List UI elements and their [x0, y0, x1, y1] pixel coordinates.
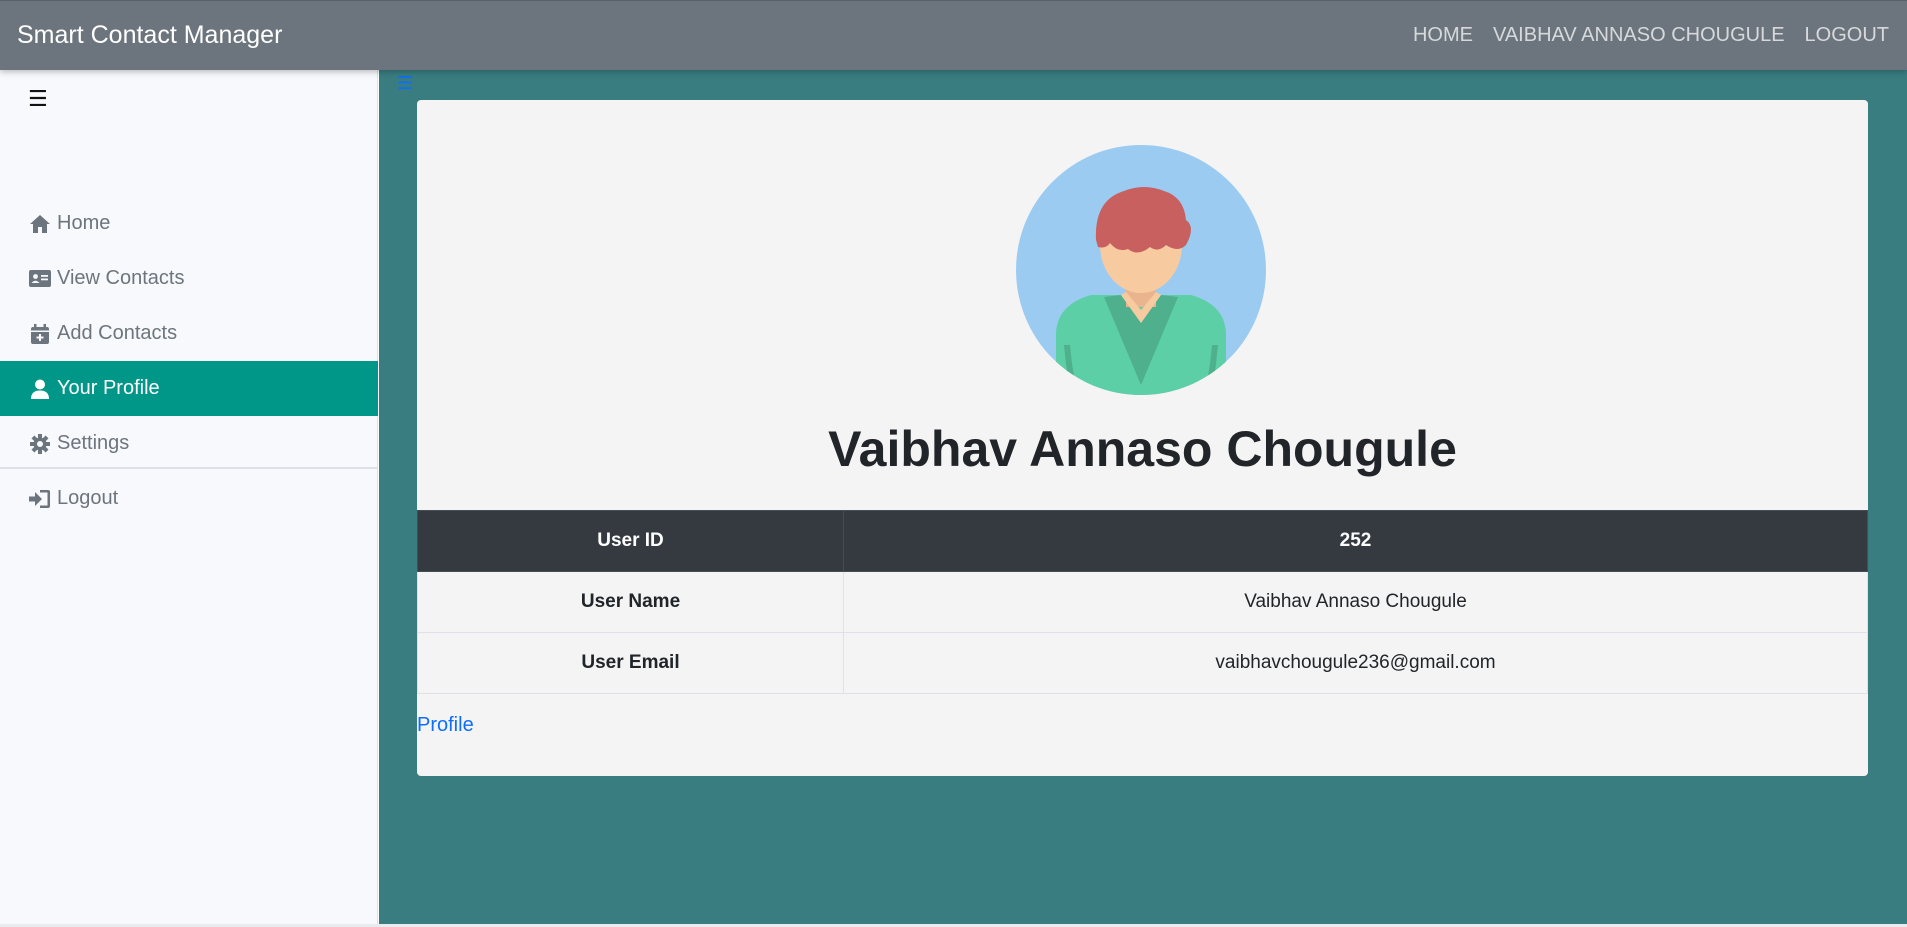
nav-link-user[interactable]: VAIBHAV ANNASO CHOUGULE [1493, 24, 1785, 47]
sidebar-item-your-profile[interactable]: Your Profile [0, 361, 378, 416]
address-card-icon [29, 268, 51, 290]
user-name-value: Vaibhav Annaso Chougule [843, 571, 1868, 633]
top-navbar: Smart Contact Manager HOME VAIBHAV ANNAS… [0, 0, 1907, 70]
user-icon [29, 378, 51, 400]
sidebar-divider [0, 467, 378, 469]
sidebar-item-home[interactable]: Home [0, 196, 378, 251]
sidebar-item-settings[interactable]: Settings [0, 416, 378, 471]
gear-icon [29, 433, 51, 455]
sidebar-item-add-contacts[interactable]: Add Contacts [0, 306, 378, 361]
nav-link-home[interactable]: HOME [1413, 24, 1473, 47]
sidebar: ☰ Home View Contacts Add Contacts Your P… [0, 70, 378, 924]
hamburger-menu-icon[interactable]: ☰ [28, 88, 48, 110]
profile-link[interactable]: Profile [417, 714, 474, 737]
sidebar-item-label: Your Profile [57, 377, 160, 399]
sign-out-icon [29, 488, 51, 510]
sidebar-item-label: Settings [57, 432, 130, 454]
user-avatar-illustration [1016, 145, 1266, 395]
user-id-label: User ID [417, 510, 844, 572]
user-email-value: vaibhavchougule236@gmail.com [843, 632, 1868, 694]
sidebar-item-logout[interactable]: Logout [0, 471, 378, 526]
nav-links: HOME VAIBHAV ANNASO CHOUGULE LOGOUT [1413, 24, 1889, 47]
sidebar-item-view-contacts[interactable]: View Contacts [0, 251, 378, 306]
user-id-value: 252 [843, 510, 1868, 572]
table-row: User ID 252 [417, 510, 1868, 572]
hamburger-menu-icon[interactable]: ☰ [397, 74, 413, 92]
brand-link[interactable]: Smart Contact Manager [17, 21, 282, 50]
profile-name: Vaibhav Annaso Chougule [828, 421, 1457, 477]
sidebar-item-label: Logout [57, 487, 119, 509]
user-name-label: User Name [417, 571, 844, 633]
calendar-plus-icon [29, 323, 51, 345]
table-row: User Email vaibhavchougule236@gmail.com [417, 632, 1868, 694]
main-content: ☰ Vaibhav Annaso Chougule User ID 252 Us… [379, 70, 1907, 924]
nav-link-logout[interactable]: LOGOUT [1805, 24, 1889, 47]
sidebar-item-label: Add Contacts [57, 322, 178, 344]
table-row: User Name Vaibhav Annaso Chougule [417, 571, 1868, 633]
sidebar-item-label: Home [57, 212, 111, 234]
sidebar-item-label: View Contacts [57, 267, 185, 289]
profile-card: Vaibhav Annaso Chougule User ID 252 User… [417, 100, 1868, 776]
home-icon [29, 213, 51, 235]
user-email-label: User Email [417, 632, 844, 694]
profile-table: User ID 252 User Name Vaibhav Annaso Cho… [417, 510, 1868, 694]
